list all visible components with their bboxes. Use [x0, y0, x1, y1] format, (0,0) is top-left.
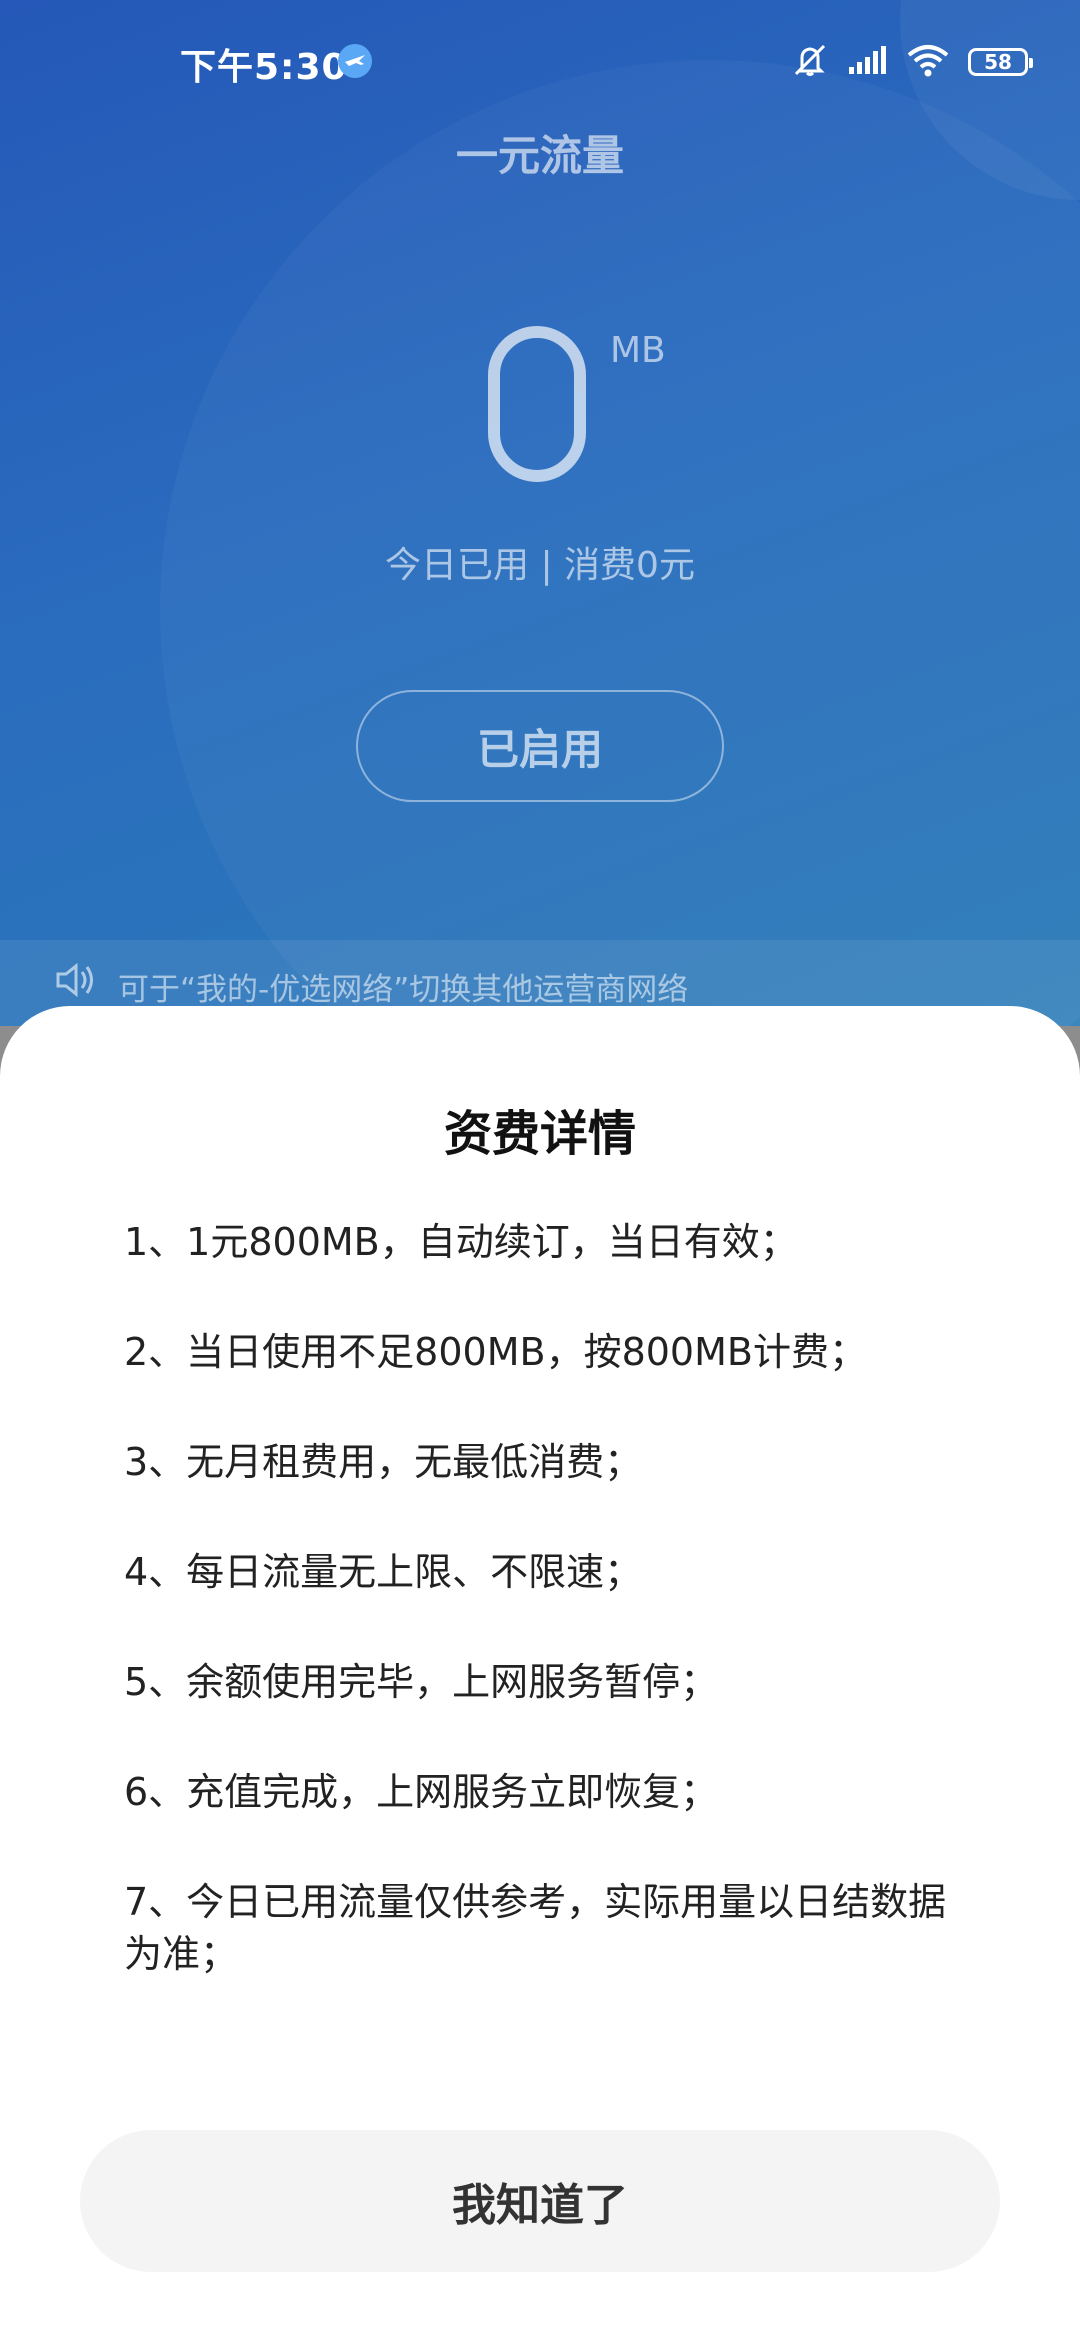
screen: 下午5:30 58 一元流量 MB 今日已用 | 消费0元 已启用 可于“我的-… [0, 0, 1080, 2340]
enabled-button[interactable]: 已启用 [356, 690, 724, 802]
usage-unit: MB [610, 330, 666, 371]
list-item: 2、当日使用不足800MB，按800MB计费； [124, 1330, 867, 1374]
battery-level: 58 [984, 50, 1012, 74]
list-item: 4、每日流量无上限、不限速； [124, 1550, 643, 1594]
traffic-app-background: 下午5:30 58 一元流量 MB 今日已用 | 消费0元 已启用 可于“我的-… [0, 0, 1080, 1040]
list-item: 6、充值完成，上网服务立即恢复； [124, 1770, 719, 1814]
speaker-icon [54, 958, 98, 1006]
app-title: 一元流量 [455, 131, 624, 180]
tariff-terms-list: 1、1元800MB，自动续订，当日有效； 2、当日使用不足800MB，按800M… [124, 1216, 964, 2038]
status-time: 下午5:30 [180, 47, 348, 88]
list-item: 5、余额使用完毕，上网服务暂停； [124, 1660, 719, 1704]
sheet-title: 资费详情 [443, 1106, 636, 1162]
got-it-button[interactable]: 我知道了 [80, 2130, 1000, 2272]
tariff-details-sheet: 资费详情 1、1元800MB，自动续订，当日有效； 2、当日使用不足800MB，… [0, 1006, 1080, 2340]
usage-value: 0 [488, 326, 586, 482]
wifi-icon [906, 43, 950, 81]
usage-subtitle: 今日已用 | 消费0元 [385, 545, 695, 586]
list-item: 1、1元800MB，自动续订，当日有效； [124, 1220, 798, 1264]
signal-icon [848, 45, 888, 79]
notice-text: 可于“我的-优选网络”切换其他运营商网络 [118, 972, 689, 1008]
status-indicators: 58 [790, 42, 1033, 82]
list-item: 3、无月租费用，无最低消费； [124, 1440, 643, 1484]
plane-notification-icon [338, 44, 372, 78]
status-bar: 下午5:30 58 [0, 0, 1080, 124]
battery-icon: 58 [968, 48, 1033, 76]
mute-icon [790, 42, 830, 82]
list-item: 7、今日已用流量仅供参考，实际用量以日结数据为准； [124, 1880, 947, 1976]
